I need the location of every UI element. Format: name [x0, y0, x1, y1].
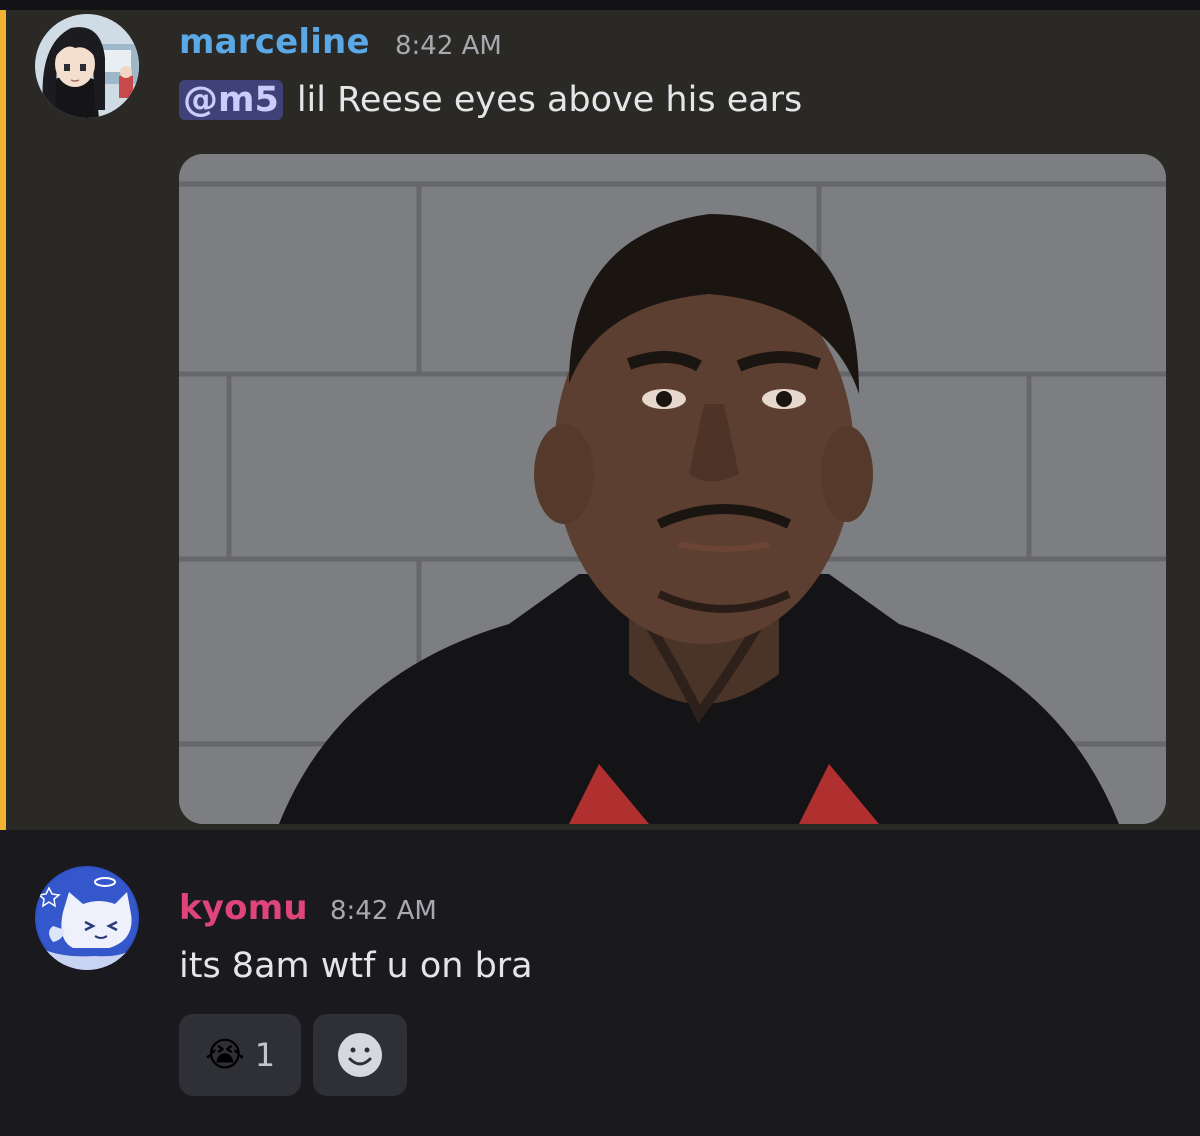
loudly-crying-face-icon: 😭: [204, 1035, 245, 1075]
mugshot-photo-icon: [179, 154, 1166, 824]
message-content: @m5 lil Reese eyes above his ears: [179, 80, 802, 120]
avatar-marceline[interactable]: [35, 14, 139, 118]
username-kyomu[interactable]: kyomu: [179, 888, 308, 928]
mention-highlight-bar: [0, 10, 6, 830]
message-timestamp[interactable]: 8:42 AM: [395, 31, 502, 61]
user-mention[interactable]: @m5: [179, 80, 283, 120]
cat-angel-avatar-icon: [35, 866, 139, 970]
image-attachment[interactable]: [179, 154, 1166, 824]
message-text: its 8am wtf u on bra: [179, 946, 533, 986]
anime-girl-avatar-icon: [35, 14, 139, 118]
avatar-kyomu[interactable]: [35, 866, 139, 970]
username-marceline[interactable]: marceline: [179, 22, 370, 62]
add-reaction-icon: [338, 1033, 382, 1077]
add-reaction-button[interactable]: [313, 1014, 407, 1096]
message-text: lil Reese eyes above his ears: [296, 80, 803, 120]
top-strip: [0, 0, 1200, 10]
reaction-count: 1: [254, 1036, 276, 1074]
message-timestamp[interactable]: 8:42 AM: [330, 896, 437, 926]
reaction-loudly-crying[interactable]: 😭 1: [179, 1014, 301, 1096]
